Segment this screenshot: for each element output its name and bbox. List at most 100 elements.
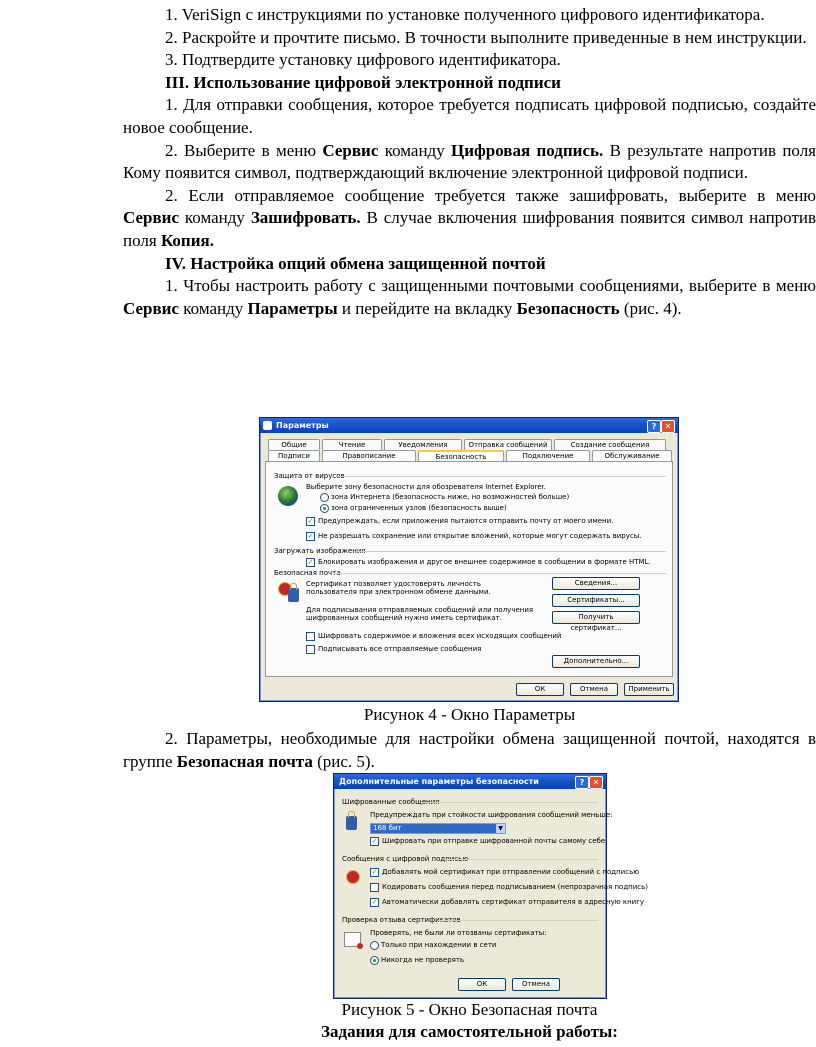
figure-caption: Рисунок 4 - Окно Параметры <box>363 705 576 724</box>
paragraph: 2. Если отправляемое сообщение требуется… <box>123 185 816 253</box>
strength-value: 168 бит <box>373 824 402 832</box>
text: команду <box>179 208 251 228</box>
bold-text: Копия. <box>160 230 214 250</box>
zone-hint: Выберите зону безопасности для обозреват… <box>306 483 546 491</box>
checkbox-warn-send[interactable]: ✓ <box>306 517 315 526</box>
paragraph: 2. Выберите в меню Сервис команду Цифров… <box>123 140 816 185</box>
lock-icon <box>288 583 299 602</box>
certificates-button[interactable]: Сертификаты... <box>552 594 640 607</box>
secure-mail-text: Для подписывания отправляемых сообщений … <box>306 606 534 614</box>
radio-label: зона ограниченных узлов (безопасность вы… <box>331 504 507 512</box>
paragraph: 1. Чтобы настроить работу с защищенными … <box>123 275 816 320</box>
checkbox-label: Автоматически добавлять сертификат отпра… <box>382 898 645 906</box>
checkbox-label: Не разрешать сохранение или открытие вло… <box>318 532 642 540</box>
section-heading: IV. Настройка опций обмена защищенной по… <box>165 253 546 273</box>
close-icon[interactable]: ✕ <box>589 776 603 789</box>
bold-text: Сервис <box>322 140 379 160</box>
cancel-button[interactable]: Отмена <box>570 683 618 696</box>
checkbox-auto-add-sender[interactable]: ✓ <box>370 898 379 907</box>
text: и перейдите на вкладку <box>337 298 517 318</box>
radio-internet-zone[interactable] <box>320 493 329 502</box>
figure-caption: Рисунок 5 - Окно Безопасная почта <box>341 1000 598 1019</box>
text: команду <box>378 140 451 160</box>
checkbox-label: Добавлять мой сертификат при отправлении… <box>382 868 640 876</box>
section-heading: III. Использование цифровой электронной … <box>165 72 561 92</box>
text: команду <box>179 298 248 318</box>
group-virus-protection: Защита от вирусов <box>274 472 345 480</box>
dialog-titlebar: Дополнительные параметры безопасности ? … <box>334 774 606 789</box>
paragraph: 3. Подтвердите установку цифрового идент… <box>165 50 561 70</box>
secure-mail-text: пользователя при электронном обмене данн… <box>306 588 491 596</box>
lock-icon <box>346 811 357 830</box>
tab-row2-0[interactable]: Подписи <box>268 450 320 461</box>
text: (рис. 4). <box>619 298 682 318</box>
advanced-button[interactable]: Дополнительно... <box>552 655 640 668</box>
cancel-button[interactable]: Отмена <box>512 978 560 991</box>
section-heading: Задания для самостоятельной работы: <box>321 1022 618 1041</box>
checkbox-label: Шифровать при отправке шифрованной почты… <box>382 837 606 845</box>
text: 2. Если отправляемое сообщение требуется… <box>165 185 816 205</box>
tab-row2-4[interactable]: Обслуживание <box>592 450 672 461</box>
paragraph: 2. Раскройте и прочтите письмо. В точнос… <box>165 27 807 47</box>
dialog-titlebar: Параметры ? ✕ <box>260 418 678 433</box>
details-button[interactable]: Сведения... <box>552 577 640 590</box>
bold-text: Параметры <box>247 298 338 318</box>
seal-icon <box>346 870 360 884</box>
checkbox-encode-before-sign[interactable] <box>370 883 379 892</box>
strength-label: Предупреждать при стойкости шифрования с… <box>370 811 613 819</box>
advanced-security-dialog: Дополнительные параметры безопасности ? … <box>333 773 648 999</box>
bold-text: Безопасность <box>516 298 620 318</box>
checkbox-sign-all[interactable] <box>306 645 315 654</box>
bold-text: Безопасная почта <box>176 751 313 771</box>
tab-0[interactable]: Общие <box>268 439 320 450</box>
revocation-label: Проверять, не были ли отозваны сертифика… <box>370 929 547 937</box>
help-icon[interactable]: ? <box>575 776 589 789</box>
radio-online-only[interactable] <box>370 941 379 950</box>
tab-2[interactable]: Уведомления <box>384 439 462 450</box>
bold-text: Сервис <box>123 208 180 228</box>
checkbox-label: Блокировать изображения и другое внешнее… <box>318 558 651 566</box>
bold-text: Зашифровать. <box>250 208 361 228</box>
checkbox-encrypt-self[interactable]: ✓ <box>370 837 379 846</box>
radio-never-check[interactable] <box>370 956 379 965</box>
secure-mail-text: шифрованных сообщений нужно иметь сертиф… <box>306 614 502 622</box>
bold-text: Цифровая подпись. <box>451 140 604 160</box>
ok-button[interactable]: ОК <box>516 683 564 696</box>
group-download-images: Загружать изображения <box>274 547 366 555</box>
tab-4[interactable]: Создание сообщения <box>554 439 666 450</box>
help-icon[interactable]: ? <box>647 420 661 433</box>
group-secure-mail: Безопасная почта <box>274 569 341 577</box>
tab-3[interactable]: Отправка сообщений <box>464 439 552 450</box>
options-dialog: Параметры ? ✕ Общие Чтение Уведомления Отпр… <box>259 417 679 702</box>
checkbox-add-cert[interactable]: ✓ <box>370 868 379 877</box>
paragraph: 1. VeriSign с инструкциями по установке … <box>165 5 765 24</box>
tab-1[interactable]: Чтение <box>322 439 382 450</box>
checkbox-block-attachments[interactable]: ✓ <box>306 532 315 541</box>
tab-row2-3[interactable]: Подключение <box>506 450 590 461</box>
paragraph: 1. Для отправки сообщения, которое требу… <box>123 95 816 137</box>
close-icon[interactable]: ✕ <box>661 420 675 433</box>
globe-icon <box>278 486 298 506</box>
text: 2. Выберите в меню <box>165 140 323 160</box>
radio-restricted-zone[interactable] <box>320 504 329 513</box>
text: 1. Чтобы настроить работу с защищенными … <box>165 276 816 296</box>
radio-label: Только при нахождении в сети <box>381 941 497 949</box>
strength-select[interactable]: 168 бит ▼ <box>370 823 506 834</box>
text: (рис. 5). <box>312 751 375 771</box>
certificate-icon <box>344 932 363 949</box>
chevron-down-icon: ▼ <box>496 824 505 833</box>
checkbox-label: Предупреждать, если приложения пытаются … <box>318 517 614 525</box>
bold-text: Сервис <box>123 298 180 318</box>
get-certificate-button[interactable]: Получить сертификат... <box>552 611 640 632</box>
secure-mail-text: Сертификат позволяет удостоверять личнос… <box>306 580 481 588</box>
dialog-title: Параметры <box>276 421 329 430</box>
tab-row2-1[interactable]: Правописание <box>322 450 416 461</box>
checkbox-block-images[interactable]: ✓ <box>306 558 315 567</box>
apply-button[interactable]: Применить <box>624 683 674 696</box>
checkbox-label: Кодировать сообщения перед подписыванием… <box>382 883 648 891</box>
paragraph: 2. Параметры, необходимые для настройки … <box>123 728 816 773</box>
checkbox-encrypt-all[interactable] <box>306 632 315 641</box>
ok-button[interactable]: ОК <box>458 978 506 991</box>
security-tab-panel: Защита от вирусов Выберите зону безопасн… <box>265 461 673 677</box>
radio-label: Никогда не проверять <box>381 956 465 964</box>
